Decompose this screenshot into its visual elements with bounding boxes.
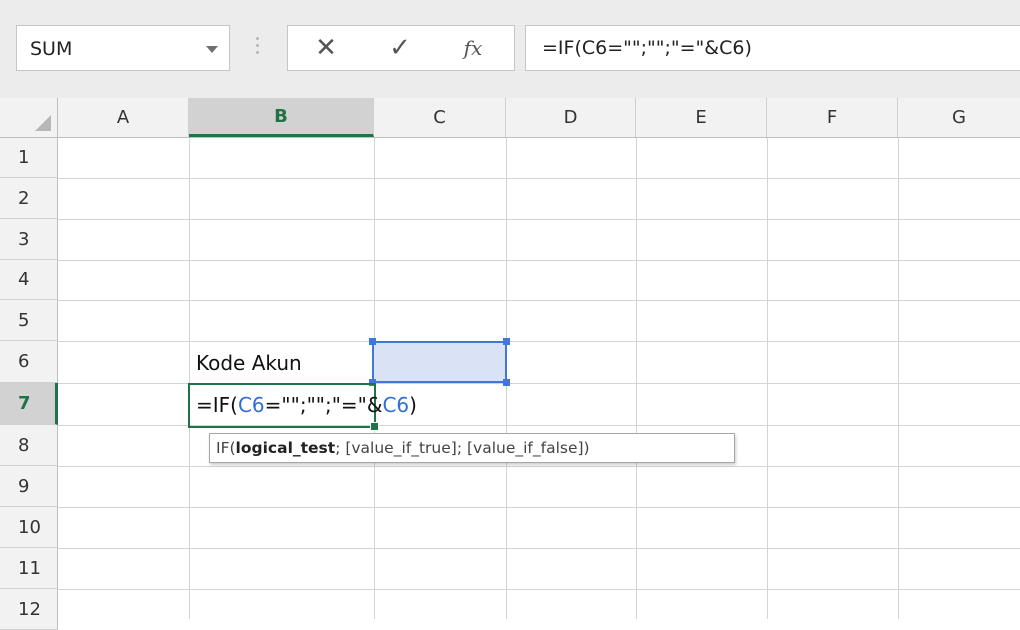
column-header-f[interactable]: F [767, 98, 898, 137]
resize-handle[interactable] [503, 379, 510, 386]
name-box[interactable]: SUM [16, 25, 230, 71]
check-icon[interactable]: ✓ [370, 26, 430, 70]
row-header-6[interactable]: 6 [0, 341, 58, 383]
function-tooltip[interactable]: IF(logical_test; [value_if_true]; [value… [209, 433, 735, 463]
row-header-9[interactable]: 9 [0, 466, 58, 507]
row-header-3[interactable]: 3 [0, 219, 58, 260]
column-header-e[interactable]: E [636, 98, 767, 137]
cell-ref-c6: C6 [382, 393, 410, 417]
formula-buttons: ✕ ✓ fx [287, 25, 515, 71]
column-header-row: A B C D E F G [0, 98, 1020, 138]
name-box-value: SUM [30, 38, 73, 60]
column-header-g[interactable]: G [898, 98, 1020, 137]
cell-c6-reference[interactable] [369, 338, 510, 386]
fill-handle[interactable] [370, 422, 379, 431]
resize-handle[interactable] [369, 338, 376, 345]
row-header-11[interactable]: 11 [0, 548, 58, 589]
cell-b7-formula[interactable]: =IF(C6="";"";"="&C6) [196, 393, 417, 417]
drag-handle-icon[interactable] [256, 37, 260, 59]
column-header-d[interactable]: D [506, 98, 636, 137]
row-header-8[interactable]: 8 [0, 425, 58, 466]
resize-handle[interactable] [503, 338, 510, 345]
formula-text: =IF(C6="";"";"="&C6) [542, 37, 752, 59]
row-header-7[interactable]: 7 [0, 383, 58, 425]
cell-b6[interactable]: Kode Akun [196, 351, 302, 375]
row-header-12[interactable]: 12 [0, 589, 58, 630]
chevron-down-icon[interactable] [206, 46, 218, 53]
row-header-1[interactable]: 1 [0, 138, 58, 178]
formula-bar: SUM ✕ ✓ fx =IF(C6="";"";"="&C6) [0, 0, 1020, 98]
row-header-4[interactable]: 4 [0, 260, 58, 300]
row-header-2[interactable]: 2 [0, 178, 58, 219]
select-all-icon [35, 115, 51, 131]
row-header-5[interactable]: 5 [0, 300, 58, 341]
column-header-c[interactable]: C [374, 98, 506, 137]
cell-ref-c6: C6 [237, 393, 265, 417]
formula-input[interactable]: =IF(C6="";"";"="&C6) [525, 25, 1020, 71]
select-all-button[interactable] [0, 98, 58, 137]
tooltip-current-argument[interactable]: logical_test [236, 439, 336, 457]
column-header-b[interactable]: B [189, 98, 374, 137]
insert-function-icon[interactable]: fx [443, 26, 503, 70]
column-header-a[interactable]: A [58, 98, 189, 137]
close-icon[interactable]: ✕ [296, 26, 356, 70]
row-header-10[interactable]: 10 [0, 507, 58, 548]
